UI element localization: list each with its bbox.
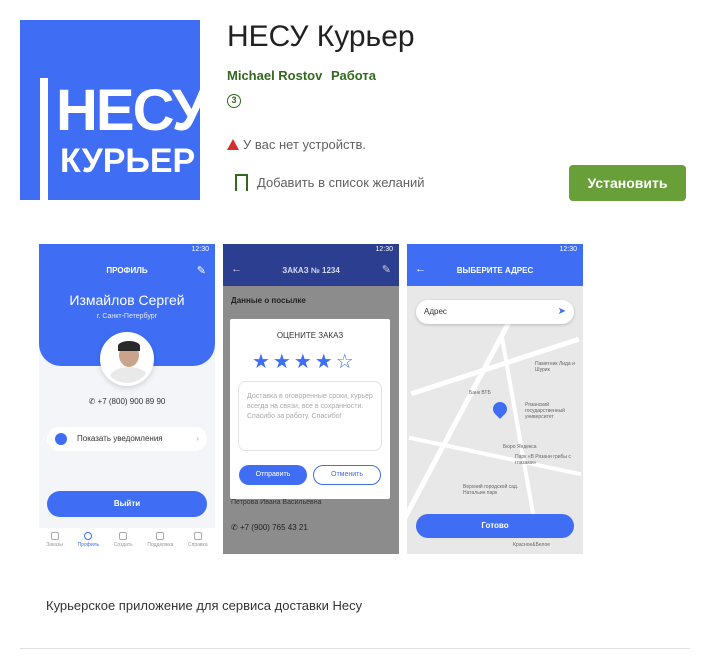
app-icon: НЕСУ КУРЬЕР	[20, 20, 200, 200]
map-label: Памятник Лида и Шурик	[535, 361, 575, 373]
tab-profile-label: Профиль	[77, 542, 100, 548]
recipient-phone: ✆ +7 (900) 765 43 21	[231, 523, 308, 532]
app-description: Курьерское приложение для сервиса достав…	[46, 598, 363, 613]
avatar-body	[109, 367, 149, 383]
avatar	[100, 332, 154, 386]
plus-icon	[119, 532, 128, 540]
notifications-label: Показать уведомления	[77, 434, 163, 443]
app-title: НЕСУ Курьер	[227, 20, 415, 53]
cancel-button: Отменить	[313, 465, 381, 485]
tab-help: Справка	[188, 532, 208, 554]
navigation-arrow-icon: ➤	[557, 306, 566, 317]
help-icon	[193, 532, 202, 540]
divider	[20, 648, 690, 649]
recipient-name: Петрова Ивана Васильевна	[231, 499, 322, 506]
install-button[interactable]: Установить	[569, 165, 686, 201]
status-bar-time: 12:30	[407, 244, 583, 256]
screenshot-order-rating[interactable]: 12:30 ← ЗАКАЗ № 1234 ✎ Данные о посылке …	[223, 244, 399, 554]
wishlist-button[interactable]: Добавить в список желаний	[235, 174, 425, 192]
profile-icon	[84, 532, 93, 540]
bell-icon	[55, 433, 67, 445]
tab-support: Поддержка	[147, 532, 173, 554]
profile-city: г. Санкт-Петербург	[96, 313, 158, 320]
recipient-phone-text: +7 (900) 765 43 21	[239, 523, 308, 532]
order-header: ← ЗАКАЗ № 1234 ✎	[223, 256, 399, 286]
status-bar-time: 12:30	[223, 244, 399, 256]
address-title: ВЫБЕРИТЕ АДРЕС	[456, 266, 534, 275]
send-button: Отправить	[239, 465, 307, 485]
developer-link[interactable]: Michael Rostov	[227, 68, 322, 83]
map-label: Рязанский государственный университет	[525, 402, 565, 420]
map-road	[499, 335, 539, 533]
phone-icon: ✆	[88, 397, 98, 406]
map-label: Парк «В Рязани грибы с глазами»	[515, 454, 571, 466]
edit-icon: ✎	[196, 265, 206, 277]
content-rating-badge[interactable]: 3	[227, 94, 241, 108]
device-warning: У вас нет устройств.	[227, 137, 366, 152]
tab-help-label: Справка	[188, 542, 208, 548]
screenshot-address-map[interactable]: 12:30 ← ВЫБЕРИТЕ АДРЕС Адрес ➤ Памятник …	[407, 244, 583, 554]
phone-icon: ✆	[231, 523, 240, 532]
tab-create-label: Создать	[113, 542, 133, 548]
logout-button: Выйти	[47, 491, 207, 517]
address-input-placeholder: Адрес	[424, 307, 447, 316]
tab-support-label: Поддержка	[147, 542, 174, 548]
map-label: Бюро Яндекса	[503, 444, 537, 450]
profile-title: ПРОФИЛЬ	[106, 266, 148, 275]
orders-icon	[50, 532, 59, 540]
warning-icon	[227, 139, 239, 150]
map	[407, 244, 583, 554]
category-link[interactable]: Работа	[331, 68, 376, 83]
address-input: Адрес ➤	[416, 300, 574, 324]
tab-bar: Заказы Профиль Создать Поддержка Справка	[39, 528, 215, 554]
profile-phone: ✆ +7 (800) 900 89 90	[39, 397, 215, 406]
wishlist-label: Добавить в список желаний	[257, 175, 425, 190]
profile-phone-text: +7 (800) 900 89 90	[97, 397, 166, 406]
app-icon-logo-subtext: КУРЬЕР	[60, 142, 196, 180]
profile-name: Измайлов Сергей	[69, 292, 185, 308]
screenshot-profile[interactable]: 12:30 ПРОФИЛЬ ✎ Измайлов Сергей г. Санкт…	[39, 244, 215, 554]
tab-profile: Профиль	[77, 532, 100, 554]
avatar-hair	[118, 341, 140, 351]
map-label: Банк ВТБ	[469, 390, 491, 396]
status-bar-time: 12:30	[191, 246, 209, 253]
rating-stars: ★★★★☆	[252, 351, 357, 373]
rating-modal: ОЦЕНИТЕ ЗАКАЗ ★★★★☆ Доставка в оговоренн…	[230, 319, 390, 499]
rating-modal-title: ОЦЕНИТЕ ЗАКАЗ	[276, 331, 344, 340]
tab-create: Создать	[114, 532, 133, 554]
map-label: Красное&Белое	[513, 542, 551, 548]
bookmark-add-icon	[235, 174, 248, 192]
feedback-textarea: Доставка в оговоренные сроки, курьер все…	[238, 381, 382, 451]
tab-orders: Заказы	[46, 532, 63, 554]
device-warning-text: У вас нет устройств.	[243, 137, 367, 152]
done-button: Готово	[416, 514, 574, 538]
tab-orders-label: Заказы	[46, 542, 63, 548]
map-label: Верхний городской сад. Натальин парк	[463, 484, 519, 496]
order-title: ЗАКАЗ № 1234	[282, 266, 340, 275]
app-icon-logo-text: НЕСУ	[56, 78, 200, 143]
app-icon-bar	[40, 78, 48, 200]
address-header: ← ВЫБЕРИТЕ АДРЕС	[407, 256, 583, 286]
chat-icon	[156, 532, 165, 540]
parcel-section-title: Данные о посылке	[231, 296, 306, 305]
edit-icon: ✎	[381, 264, 391, 276]
notifications-row: Показать уведомления ›	[47, 427, 207, 451]
chevron-right-icon: ›	[196, 434, 199, 443]
